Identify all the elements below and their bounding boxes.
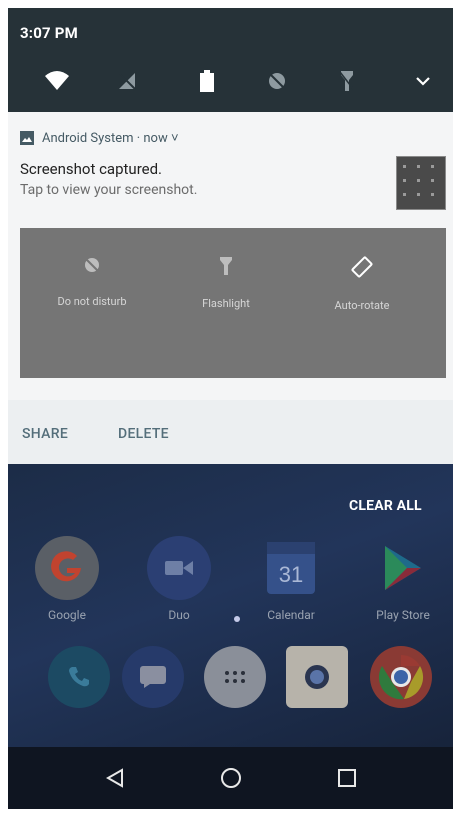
expand-chevron-icon[interactable] [406, 64, 440, 98]
dnd-icon [85, 258, 99, 272]
screen: 3:07 PM Android System · now ˅ Screensho… [8, 8, 453, 809]
status-time: 3:07 PM [20, 24, 78, 42]
page-indicator [234, 616, 240, 622]
app-calendar[interactable]: 31 Calendar [256, 536, 326, 622]
quick-settings-bar: 3:07 PM [8, 8, 453, 112]
dnd-off-icon[interactable] [260, 64, 294, 98]
preview-tile-label: Flashlight [202, 297, 250, 310]
battery-icon[interactable] [190, 64, 224, 98]
app-play-store[interactable]: Play Store [368, 536, 438, 622]
calendar-day: 31 [279, 562, 303, 587]
mobile-data-off-icon[interactable] [110, 64, 144, 98]
app-label: Calendar [267, 608, 315, 622]
calendar-icon: 31 [259, 536, 323, 600]
home-icon[interactable] [214, 761, 248, 795]
messages-icon[interactable] [122, 646, 184, 708]
app-duo[interactable]: Duo [144, 536, 214, 622]
preview-tile-label: Auto-rotate [334, 299, 390, 312]
notification-title: Screenshot captured. [20, 160, 163, 178]
app-label: Play Store [376, 608, 430, 622]
notification-text: Tap to view your screenshot. [20, 182, 198, 198]
app-label: Google [48, 608, 86, 622]
rotate-icon [351, 256, 373, 278]
app-label: Duo [168, 608, 190, 622]
chrome-icon[interactable] [370, 646, 432, 708]
wifi-icon[interactable] [40, 64, 74, 98]
phone-icon[interactable] [48, 646, 110, 708]
recents-icon[interactable] [330, 761, 364, 795]
delete-button[interactable]: DELETE [118, 426, 169, 442]
image-icon [20, 131, 34, 145]
playstore-icon [371, 536, 435, 600]
flashlight-off-icon[interactable] [330, 64, 364, 98]
navigation-bar [8, 747, 453, 809]
notification-app-label: Android System · now ˅ [42, 131, 179, 146]
duo-icon [147, 536, 211, 600]
app-drawer-icon[interactable] [204, 646, 266, 708]
screenshot-thumbnail [396, 156, 446, 210]
expanded-screenshot-preview[interactable]: Do not disturb Flashlight Auto-rotate [20, 228, 446, 378]
back-icon[interactable] [98, 761, 132, 795]
google-icon [35, 536, 99, 600]
notification-actions: SHARE DELETE [8, 400, 453, 464]
camera-icon[interactable] [286, 646, 348, 708]
flashlight-icon [220, 257, 232, 275]
screenshot-notification[interactable]: Android System · now ˅ Screenshot captur… [8, 112, 453, 464]
clear-all-button[interactable]: CLEAR ALL [349, 498, 422, 514]
preview-tile-label: Do not disturb [57, 295, 127, 308]
app-google[interactable]: Google [32, 536, 102, 622]
share-button[interactable]: SHARE [22, 426, 68, 442]
